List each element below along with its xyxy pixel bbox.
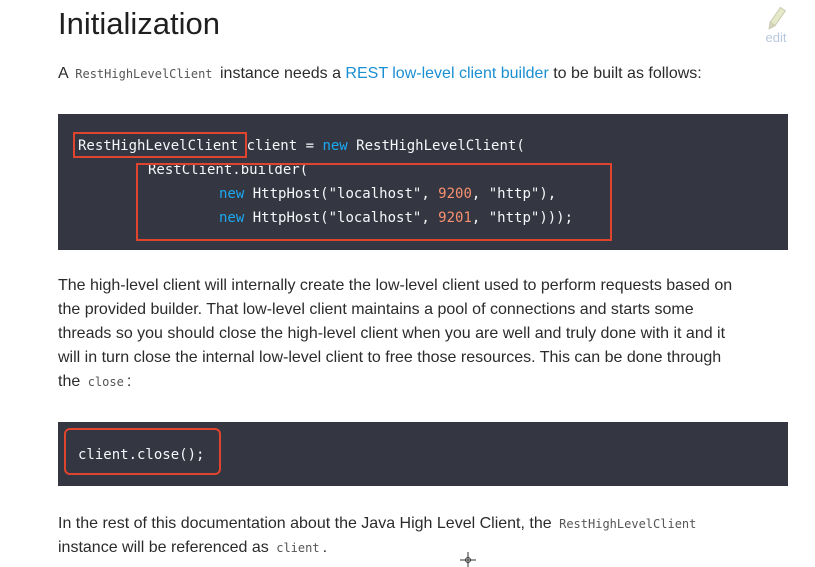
intro-paragraph: A RestHighLevelClient instance needs a R…: [58, 62, 790, 86]
intro-prefix: A: [58, 65, 68, 82]
intro-class-code: RestHighLevelClient: [75, 67, 213, 81]
code-text: client =: [238, 138, 323, 154]
body-line-5: the close:: [58, 370, 790, 394]
outro-line-2-suffix: .: [322, 539, 328, 556]
outro-line-2-prefix: instance will be referenced as: [58, 539, 269, 556]
intro-suffix: to be built as follows:: [553, 65, 702, 82]
body-line-4: will in turn close the internal low-leve…: [58, 349, 722, 366]
body-line-3: threads so you should close the high-lev…: [58, 325, 726, 342]
code-text: RestHighLevelClient(: [347, 138, 525, 154]
outro-line-1: In the rest of this documentation about …: [58, 512, 790, 536]
pencil-icon: [758, 6, 794, 32]
highlight-box-type: [73, 132, 247, 158]
rest-builder-link[interactable]: REST low-level client builder: [345, 65, 548, 82]
edit-link[interactable]: edit: [758, 6, 794, 44]
outro-paragraph: In the rest of this documentation about …: [58, 512, 790, 560]
outro-line-2: instance will be referenced as client.: [58, 536, 790, 560]
intro-middle: instance needs a: [219, 65, 341, 82]
code-keyword: new: [322, 138, 348, 154]
outro-class-code: RestHighLevelClient: [559, 517, 697, 531]
close-inline-code: close: [87, 375, 124, 389]
outro-prefix: In the rest of this documentation about …: [58, 515, 552, 532]
highlight-box-builder: [136, 163, 612, 241]
crosshair-cursor-icon: [460, 552, 476, 567]
body-line-2: the provided builder. That low-level cli…: [58, 301, 694, 318]
page-title: Initialization: [58, 6, 220, 41]
client-inline-code: client: [276, 541, 320, 555]
body-line-5-prefix: the: [58, 373, 81, 390]
body-paragraph: The high-level client will internally cr…: [58, 274, 790, 394]
edit-label: edit: [765, 30, 787, 45]
highlight-box-close: [64, 428, 221, 475]
body-line-1: The high-level client will internally cr…: [58, 277, 733, 294]
body-line-5-suffix: :: [126, 373, 132, 390]
